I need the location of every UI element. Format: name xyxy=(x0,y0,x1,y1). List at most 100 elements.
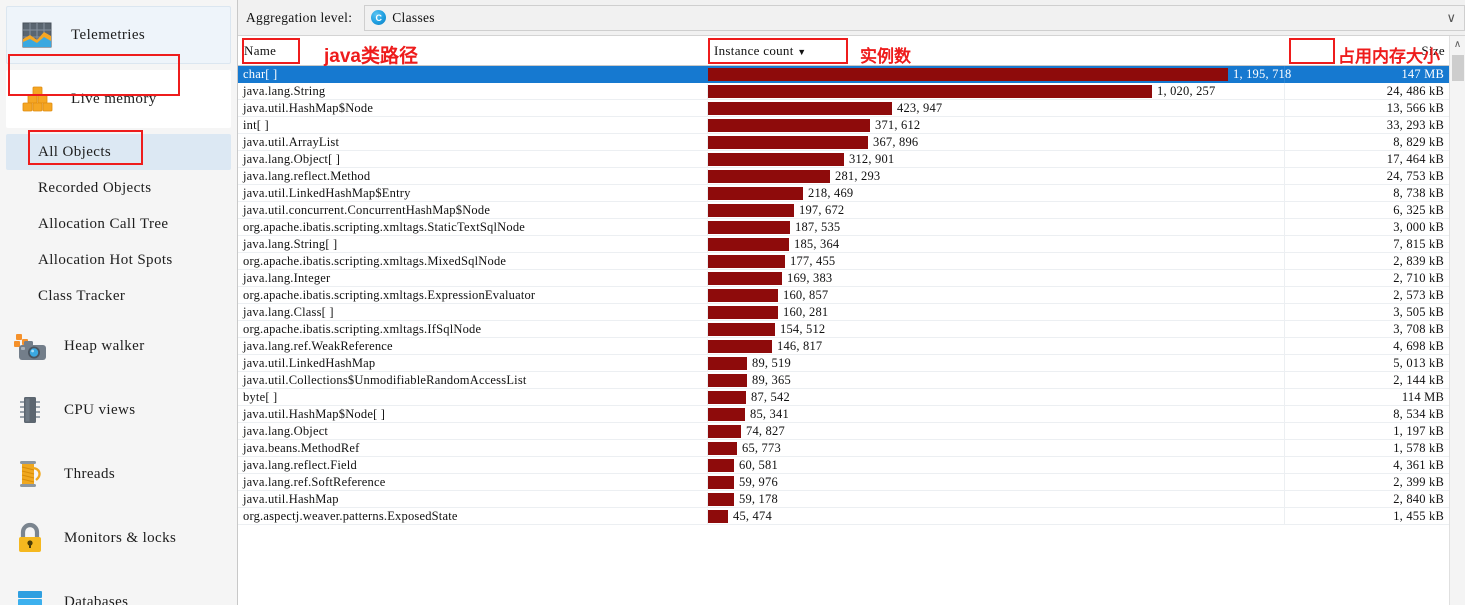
sidebar-item-heap-walker[interactable]: Heap walker xyxy=(0,314,237,378)
table-row[interactable]: java.lang.Object[ ] 312, 901 17, 464 kB xyxy=(238,150,1465,168)
instance-count-bar xyxy=(708,407,745,421)
cell-class-name: java.lang.String xyxy=(238,83,708,99)
cell-class-name: java.util.concurrent.ConcurrentHashMap$N… xyxy=(238,202,708,218)
table-row[interactable]: java.lang.String[ ] 185, 364 7, 815 kB xyxy=(238,235,1465,253)
table-row[interactable]: java.util.HashMap$Node 423, 947 13, 566 kB xyxy=(238,99,1465,117)
scroll-up-arrow-icon[interactable]: ∧ xyxy=(1450,36,1465,53)
sidebar-item-databases[interactable]: Databases xyxy=(0,570,237,605)
aggregation-level-select[interactable]: C Classes ∨ xyxy=(364,4,1465,31)
cell-size: 4, 698 kB xyxy=(1393,338,1444,353)
vertical-scrollbar[interactable]: ∧ xyxy=(1449,36,1465,605)
table-row[interactable]: java.util.HashMap 59, 178 2, 840 kB xyxy=(238,490,1465,508)
table-row[interactable]: java.beans.MethodRef 65, 773 1, 578 kB xyxy=(238,439,1465,457)
instance-count-value: 154, 512 xyxy=(780,321,826,336)
cell-instance-count: 367, 896 xyxy=(708,133,1285,151)
table-row[interactable]: java.lang.reflect.Method 281, 293 24, 753 … xyxy=(238,167,1465,185)
table-row[interactable]: org.apache.ibatis.scripting.xmltags.Stat… xyxy=(238,218,1465,236)
instance-count-bar xyxy=(708,152,844,166)
sidebar-item-label: Monitors & locks xyxy=(64,529,177,546)
cell-size: 6, 325 kB xyxy=(1393,202,1444,217)
cell-size: 5, 013 kB xyxy=(1393,355,1444,370)
table-row[interactable]: java.util.LinkedHashMap 89, 519 5, 013 kB xyxy=(238,354,1465,372)
live-memory-icon xyxy=(17,79,57,119)
column-header-name[interactable]: Name xyxy=(238,43,708,59)
objects-table: Name Instance count ▼ Size char[ ] 1, 195… xyxy=(238,36,1465,605)
table-row[interactable]: org.aspectj.weaver.patterns.ExposedState… xyxy=(238,507,1465,525)
sidebar-item-all-objects[interactable]: All Objects xyxy=(6,134,231,170)
cell-size: 114 MB xyxy=(1401,389,1444,404)
table-row[interactable]: java.lang.Integer 169, 383 2, 710 kB xyxy=(238,269,1465,287)
sidebar-item-class-tracker[interactable]: Class Tracker xyxy=(0,278,237,314)
cell-size: 2, 144 kB xyxy=(1393,372,1444,387)
cell-size: 2, 399 kB xyxy=(1393,474,1444,489)
cell-class-name: byte[ ] xyxy=(238,389,708,405)
cell-size: 4, 361 kB xyxy=(1393,457,1444,472)
table-row[interactable]: int[ ] 371, 612 33, 293 kB xyxy=(238,116,1465,134)
sidebar-item-cpu-views[interactable]: CPU views xyxy=(0,378,237,442)
cell-instance-count: 169, 383 xyxy=(708,269,1285,287)
table-row[interactable]: org.apache.ibatis.scripting.xmltags.Mixe… xyxy=(238,252,1465,270)
table-row[interactable]: java.lang.String 1, 020, 257 24, 486 kB xyxy=(238,82,1465,100)
instance-count-bar xyxy=(708,169,830,183)
instance-count-bar xyxy=(708,390,746,404)
table-row[interactable]: byte[ ] 87, 542 114 MB xyxy=(238,388,1465,406)
table-row[interactable]: java.lang.Object 74, 827 1, 197 kB xyxy=(238,422,1465,440)
cell-size: 8, 534 kB xyxy=(1393,406,1444,421)
cell-class-name: char[ ] xyxy=(238,66,708,82)
cell-class-name: int[ ] xyxy=(238,117,708,133)
instance-count-value: 146, 817 xyxy=(777,338,823,353)
instance-count-value: 1, 020, 257 xyxy=(1157,83,1216,98)
table-row[interactable]: java.util.ArrayList 367, 896 8, 829 kB xyxy=(238,133,1465,151)
column-header-size[interactable]: Size xyxy=(1285,43,1451,59)
table-row[interactable]: org.apache.ibatis.scripting.xmltags.IfSq… xyxy=(238,320,1465,338)
instance-count-value: 281, 293 xyxy=(835,168,881,183)
cell-instance-count: 423, 947 xyxy=(708,99,1285,117)
table-row[interactable]: java.lang.ref.WeakReference 146, 817 4, 69… xyxy=(238,337,1465,355)
databases-icon xyxy=(10,582,50,605)
sidebar-item-live-memory[interactable]: Live memory xyxy=(6,70,231,128)
chevron-down-icon[interactable]: ∨ xyxy=(1446,10,1458,26)
cell-instance-count: 185, 364 xyxy=(708,235,1285,253)
jprofiler-window: ofiler Telemetries xyxy=(0,0,1465,605)
cell-class-name: java.lang.Class[ ] xyxy=(238,304,708,320)
cell-size: 24, 753 kB xyxy=(1386,168,1444,183)
instance-count-value: 85, 341 xyxy=(750,406,789,421)
table-row[interactable]: java.util.concurrent.ConcurrentHashMap$N… xyxy=(238,201,1465,219)
instance-count-bar xyxy=(708,305,778,319)
cell-instance-count: 89, 519 xyxy=(708,354,1285,372)
cell-size: 1, 197 kB xyxy=(1393,423,1444,438)
sidebar-item-recorded-objects[interactable]: Recorded Objects xyxy=(0,170,237,206)
instance-count-bar xyxy=(708,441,737,455)
instance-count-value: 1, 195, 718 xyxy=(1233,66,1292,81)
column-header-instance-count[interactable]: Instance count ▼ xyxy=(708,43,1285,59)
instance-count-value: 177, 455 xyxy=(790,253,836,268)
instance-count-value: 74, 827 xyxy=(746,423,785,438)
instance-count-bar xyxy=(708,186,803,200)
instance-count-value: 59, 976 xyxy=(739,474,778,489)
instance-count-bar xyxy=(708,373,747,387)
table-row[interactable]: java.lang.reflect.Field 60, 581 4, 361 kB xyxy=(238,456,1465,474)
table-row[interactable]: java.util.LinkedHashMap$Entry 218, 469 8, … xyxy=(238,184,1465,202)
cell-instance-count: 197, 672 xyxy=(708,201,1285,219)
instance-count-value: 187, 535 xyxy=(795,219,841,234)
instance-count-value: 197, 672 xyxy=(799,202,845,217)
sidebar-item-threads[interactable]: Threads xyxy=(0,442,237,506)
cell-class-name: java.util.ArrayList xyxy=(238,134,708,150)
table-row[interactable]: org.apache.ibatis.scripting.xmltags.Expr… xyxy=(238,286,1465,304)
sidebar-item-allocation-call-tree[interactable]: Allocation Call Tree xyxy=(0,206,237,242)
table-row[interactable]: char[ ] 1, 195, 718 147 MB xyxy=(238,65,1465,83)
table-row[interactable]: java.util.Collections$UnmodifiableRandom… xyxy=(238,371,1465,389)
sort-descending-icon[interactable]: ▼ xyxy=(797,47,806,57)
table-row[interactable]: java.lang.ref.SoftReference 59, 976 2, 399… xyxy=(238,473,1465,491)
table-row[interactable]: java.util.HashMap$Node[ ] 85, 341 8, 534 k… xyxy=(238,405,1465,423)
table-row[interactable]: java.lang.Class[ ] 160, 281 3, 505 kB xyxy=(238,303,1465,321)
sidebar-item-allocation-hot-spots[interactable]: Allocation Hot Spots xyxy=(0,242,237,278)
scrollbar-thumb[interactable] xyxy=(1452,55,1464,81)
sidebar-item-telemetries[interactable]: Telemetries xyxy=(6,6,231,64)
instance-count-bar xyxy=(708,135,868,149)
cell-instance-count: 160, 281 xyxy=(708,303,1285,321)
sidebar-item-monitors-locks[interactable]: Monitors & locks xyxy=(0,506,237,570)
cell-size: 7, 815 kB xyxy=(1393,236,1444,251)
sidebar-item-label: Telemetries xyxy=(71,26,146,43)
monitors-locks-icon xyxy=(10,518,50,558)
